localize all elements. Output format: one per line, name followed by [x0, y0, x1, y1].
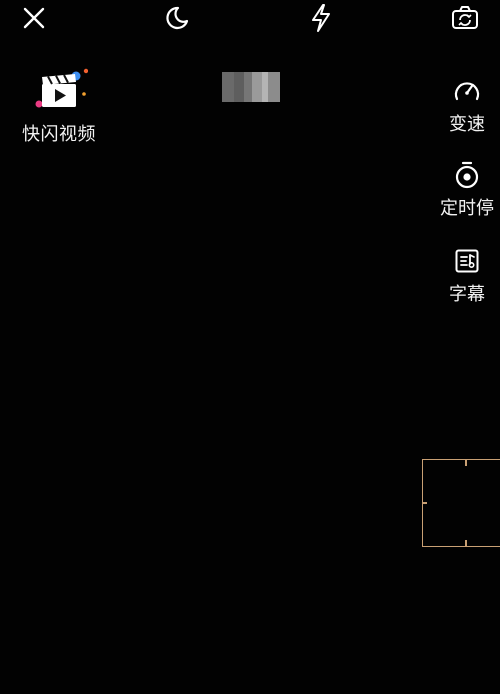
moon-icon[interactable] — [162, 3, 192, 33]
app-tile[interactable]: 快闪视频 — [16, 68, 102, 148]
camera-screen: 快闪视频 变速 定时停 字幕 — [0, 0, 500, 694]
pixelated-area — [222, 72, 280, 102]
close-icon[interactable] — [19, 3, 49, 33]
speed-label: 变速 — [449, 114, 485, 135]
clapperboard-icon — [34, 68, 89, 112]
app-label: 快闪视频 — [22, 124, 96, 145]
timer-label: 定时停 — [440, 198, 494, 219]
camera-flip-icon[interactable] — [450, 3, 480, 33]
speedometer-icon — [452, 76, 482, 106]
caption-tool[interactable]: 字幕 — [438, 246, 496, 306]
speed-tool[interactable]: 变速 — [438, 76, 496, 136]
timer-icon — [452, 160, 482, 190]
preview-thumbnail-frame[interactable] — [422, 459, 500, 547]
subtitle-icon — [452, 246, 482, 276]
timer-tool[interactable]: 定时停 — [438, 160, 496, 220]
flash-icon[interactable] — [306, 3, 336, 33]
caption-label: 字幕 — [449, 284, 485, 305]
